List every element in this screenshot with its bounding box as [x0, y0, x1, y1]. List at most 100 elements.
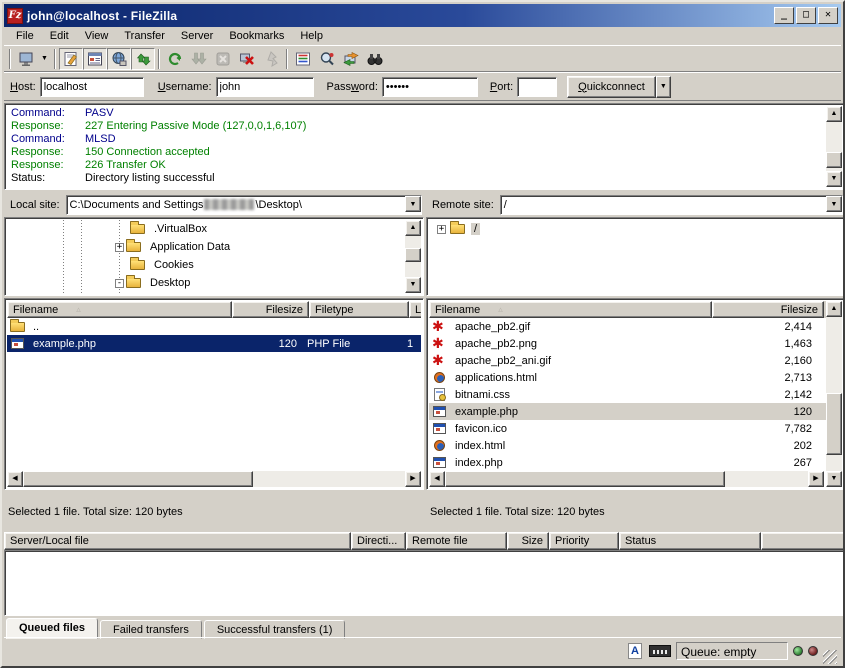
- menu-transfer[interactable]: Transfer: [116, 28, 173, 44]
- local-panel: Local site: C:\Documents and Settings\De…: [4, 192, 424, 525]
- site-manager-dropdown[interactable]: ▼: [38, 48, 51, 70]
- close-button[interactable]: ✕: [818, 7, 838, 24]
- tree-item-application-data[interactable]: + Application Data: [7, 238, 421, 256]
- menu-view[interactable]: View: [77, 28, 117, 44]
- local-site-dropdown[interactable]: ▼: [405, 196, 421, 212]
- column-header-server-local-file[interactable]: Server/Local file: [4, 532, 351, 550]
- scroll-up-icon[interactable]: ▲: [826, 106, 842, 122]
- file-row-parent-dir[interactable]: ..: [7, 318, 421, 335]
- toggle-local-tree-button[interactable]: [83, 48, 107, 70]
- process-queue-icon: [191, 51, 207, 67]
- local-tree-scrollbar[interactable]: ▲ ▼: [405, 220, 421, 293]
- find-files-button[interactable]: [363, 48, 387, 70]
- log-scrollbar[interactable]: ▲ ▼: [826, 106, 842, 187]
- cancel-button[interactable]: [211, 48, 235, 70]
- disconnect-button[interactable]: [235, 48, 259, 70]
- scrollbar-thumb[interactable]: [445, 471, 725, 487]
- minimize-button[interactable]: _: [774, 7, 794, 24]
- host-input[interactable]: [40, 77, 144, 97]
- column-header-filetype[interactable]: Filetype: [309, 301, 409, 318]
- scroll-down-icon[interactable]: ▼: [826, 171, 842, 187]
- queue-status-text: Queue: empty: [676, 642, 788, 660]
- tree-item-cookies[interactable]: Cookies: [7, 256, 421, 274]
- toolbar-separator: [286, 49, 288, 69]
- queue-list[interactable]: [4, 550, 845, 616]
- file-row[interactable]: ✱ apache_pb2.png 1,463: [429, 335, 826, 352]
- menu-help[interactable]: Help: [292, 28, 331, 44]
- scroll-down-icon[interactable]: ▼: [826, 471, 842, 487]
- data-type-icon[interactable]: A: [626, 643, 644, 659]
- directory-comparison-button[interactable]: [315, 48, 339, 70]
- username-input[interactable]: [216, 77, 314, 97]
- site-manager-button[interactable]: [14, 48, 38, 70]
- file-row-example-php[interactable]: example.php 120: [429, 403, 826, 420]
- column-header-filesize[interactable]: Filesize: [712, 301, 824, 318]
- titlebar[interactable]: Fz john@localhost - FileZilla _ □ ✕: [4, 4, 841, 27]
- quickconnect-dropdown[interactable]: ▼: [656, 76, 671, 98]
- column-header-direction[interactable]: Directi...: [351, 532, 406, 550]
- column-header-priority[interactable]: Priority: [549, 532, 619, 550]
- remote-list-scrollbar[interactable]: ▲ ▼: [826, 301, 842, 487]
- filter-button[interactable]: [291, 48, 315, 70]
- process-queue-button[interactable]: [187, 48, 211, 70]
- scrollbar-thumb[interactable]: [23, 471, 253, 487]
- scroll-right-icon[interactable]: ▶: [808, 471, 824, 487]
- tree-item-virtualbox[interactable]: .VirtualBox: [7, 220, 421, 238]
- remote-site-combo[interactable]: / ▼: [500, 195, 843, 215]
- menu-file[interactable]: File: [8, 28, 42, 44]
- tree-item-desktop[interactable]: - Desktop: [7, 274, 421, 292]
- file-row[interactable]: index.html 202: [429, 437, 826, 454]
- toggle-remote-tree-button[interactable]: [107, 48, 131, 70]
- scrollbar-thumb[interactable]: [826, 393, 842, 455]
- refresh-icon: [167, 51, 183, 67]
- tab-queued-files[interactable]: Queued files: [6, 618, 98, 639]
- toggle-log-button[interactable]: [59, 48, 83, 70]
- apache-file-icon: ✱: [432, 320, 448, 334]
- column-header-filesize[interactable]: Filesize: [232, 301, 309, 318]
- local-site-combo[interactable]: C:\Documents and Settings\Desktop\ ▼: [66, 195, 422, 215]
- scroll-left-icon[interactable]: ◀: [429, 471, 445, 487]
- file-row[interactable]: favicon.ico 7,782: [429, 420, 826, 437]
- resize-grip[interactable]: [823, 650, 837, 664]
- maximize-button[interactable]: □: [796, 7, 816, 24]
- quickconnect-button[interactable]: Quickconnect: [567, 76, 656, 98]
- file-row[interactable]: ✱ apache_pb2_ani.gif 2,160: [429, 352, 826, 369]
- reconnect-button[interactable]: [259, 48, 283, 70]
- expand-icon[interactable]: +: [437, 225, 446, 234]
- scrollbar-thumb[interactable]: [405, 248, 421, 262]
- remote-site-dropdown[interactable]: ▼: [826, 196, 842, 212]
- menu-bookmarks[interactable]: Bookmarks: [221, 28, 292, 44]
- local-list-hscrollbar[interactable]: ◀ ▶: [7, 471, 421, 487]
- tree-item-root[interactable]: + /: [429, 220, 842, 238]
- remote-path-value[interactable]: /: [500, 195, 843, 215]
- scroll-up-icon[interactable]: ▲: [405, 220, 421, 236]
- password-input[interactable]: [382, 77, 478, 97]
- menu-edit[interactable]: Edit: [42, 28, 77, 44]
- column-header-lastmodified[interactable]: L: [409, 301, 421, 318]
- file-row[interactable]: bitnami.css 2,142: [429, 386, 826, 403]
- scroll-up-icon[interactable]: ▲: [826, 301, 842, 317]
- scrollbar-thumb[interactable]: [826, 152, 842, 168]
- file-row[interactable]: ✱ apache_pb2.gif 2,414: [429, 318, 826, 335]
- file-row[interactable]: applications.html 2,713: [429, 369, 826, 386]
- menu-server[interactable]: Server: [173, 28, 221, 44]
- column-header-filename[interactable]: Filename▵: [7, 301, 232, 318]
- port-input[interactable]: [517, 77, 557, 97]
- column-header-remote-file[interactable]: Remote file: [406, 532, 507, 550]
- toggle-queue-button[interactable]: [131, 48, 155, 70]
- speed-limit-icon[interactable]: [649, 645, 671, 657]
- file-row-example-php[interactable]: example.php 120 PHP File 1: [7, 335, 421, 352]
- scroll-right-icon[interactable]: ▶: [405, 471, 421, 487]
- local-path-value[interactable]: C:\Documents and Settings\Desktop\: [66, 195, 422, 215]
- remote-list-hscrollbar[interactable]: ◀ ▶: [429, 471, 824, 487]
- column-header-status[interactable]: Status: [619, 532, 761, 550]
- expand-icon[interactable]: +: [115, 243, 124, 252]
- synchronized-browsing-button[interactable]: [339, 48, 363, 70]
- file-row[interactable]: index.php 267: [429, 454, 826, 471]
- scroll-down-icon[interactable]: ▼: [405, 277, 421, 293]
- refresh-button[interactable]: [163, 48, 187, 70]
- column-header-size[interactable]: Size: [507, 532, 549, 550]
- collapse-icon[interactable]: -: [115, 279, 124, 288]
- column-header-filename[interactable]: Filename▵: [429, 301, 712, 318]
- scroll-left-icon[interactable]: ◀: [7, 471, 23, 487]
